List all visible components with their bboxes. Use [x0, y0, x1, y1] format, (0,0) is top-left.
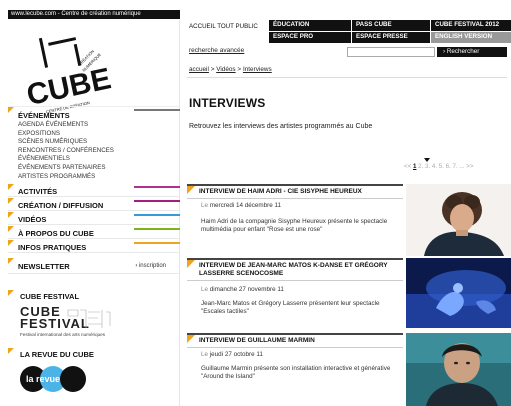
interview-date: Le dimanche 27 novembre 11 — [201, 286, 284, 293]
page-intro: Retrouvez les interviews des artistes pr… — [189, 123, 373, 130]
cube-logo[interactable]: CUBE CRÉATION NUMÉRIQUE CENTRE DE CRÉATI… — [22, 36, 112, 116]
sidebar-item-evenementiels[interactable]: ÉVÉNEMENTIELS — [8, 155, 180, 164]
interview-card[interactable]: INTERVIEW DE JEAN-MARC MATOS K-DANSE ET … — [187, 258, 511, 328]
accent-corner — [8, 348, 14, 354]
left-sidebar: CUBE CRÉATION NUMÉRIQUE CENTRE DE CRÉATI… — [8, 20, 180, 406]
accent-corner — [8, 240, 14, 246]
accent-corner — [187, 335, 195, 343]
nav-color-line — [134, 242, 180, 244]
breadcrumb-current[interactable]: Interviews — [243, 66, 272, 73]
revue-logo: la revue — [20, 366, 88, 392]
interview-date: Le mercredi 14 décembre 11 — [201, 202, 282, 209]
sidebar-item-agenda[interactable]: AGENDA ÉVÉNEMENTS — [8, 121, 180, 130]
newsletter-row: NEWSLETTER › inscription — [8, 258, 180, 274]
nav-color-line — [134, 200, 180, 202]
site-top-strip: www.lecube.com - Centre de création numé… — [0, 0, 511, 22]
accent-corner — [8, 290, 14, 296]
search-button[interactable]: › Rechercher — [437, 47, 507, 57]
interview-title[interactable]: INTERVIEW DE HAIM ADRI - CIE SISYPHE HEU… — [187, 184, 403, 199]
breadcrumb-videos[interactable]: Vidéos — [216, 66, 235, 73]
interview-title[interactable]: INTERVIEW DE JEAN-MARC MATOS K-DANSE ET … — [187, 258, 403, 281]
interview-photo[interactable] — [406, 184, 511, 256]
interview-photo[interactable] — [406, 333, 511, 406]
breadcrumb: accueil > Vidéos > Interviews — [189, 66, 272, 73]
nav-color-line — [134, 228, 180, 230]
breadcrumb-sep: > — [237, 66, 242, 73]
accent-corner — [8, 198, 14, 204]
cube-festival-title: CUBE FESTIVAL — [20, 292, 80, 301]
nav-color-line — [134, 214, 180, 216]
nav-a-propos-label: À PROPOS DU CUBE — [18, 229, 94, 238]
interview-date: Le jeudi 27 octobre 11 — [201, 351, 263, 358]
nav-videos-label: VIDÉOS — [18, 215, 47, 224]
breadcrumb-divider — [187, 77, 507, 78]
accent-corner — [8, 184, 14, 190]
sidebar-item-rencontres[interactable]: RENCONTRES / CONFÉRENCES — [8, 147, 180, 156]
festival-caption: Festival international des arts numériqu… — [20, 332, 106, 337]
nav-creation-diffusion[interactable]: CRÉATION / DIFFUSION — [8, 198, 180, 211]
nav-activites[interactable]: ACTIVITÉS — [8, 184, 180, 197]
nav-espace-pro[interactable]: ESPACE PRO — [269, 32, 351, 43]
interview-description: Guillaume Marmin présente son installati… — [201, 365, 391, 380]
accent-corner — [187, 186, 195, 194]
nav-creation-label: CRÉATION / DIFFUSION — [18, 201, 104, 210]
interview-description: Jean-Marc Matos et Grégory Lasserre prés… — [201, 300, 380, 315]
breadcrumb-home[interactable]: accueil — [189, 66, 209, 73]
interview-title[interactable]: INTERVIEW DE GUILLAUME MARMIN — [187, 333, 403, 348]
nav-accueil[interactable]: ACCUEIL TOUT PUBLIC — [185, 20, 269, 42]
nav-videos[interactable]: VIDÉOS — [8, 212, 180, 225]
nav-activites-label: ACTIVITÉS — [18, 187, 58, 196]
interview-card[interactable]: INTERVIEW DE HAIM ADRI - CIE SISYPHE HEU… — [187, 184, 511, 256]
pager-pages[interactable]: 2. 3. 4. 5. 6. 7. ... >> — [418, 163, 473, 170]
evenements-title[interactable]: ÉVÉNEMENTS — [18, 111, 70, 120]
interview-description: Haim Adri de la compagnie Sisyphe Heureu… — [201, 218, 388, 233]
nav-infos-pratiques[interactable]: INFOS PRATIQUES — [8, 240, 180, 253]
search-row: recherche avancée › Rechercher — [185, 47, 511, 59]
sidebar-item-scenes[interactable]: SCÈNES NUMÉRIQUES — [8, 138, 180, 147]
nav-color-line — [134, 186, 180, 188]
cube-festival-block[interactable]: CUBE FESTIVAL CUBE FESTIVAL Festival int… — [8, 290, 180, 342]
revue-title: LA REVUE DU CUBE — [20, 350, 94, 359]
sidebar-item-artistes[interactable]: ARTISTES PROGRAMMÉS — [8, 173, 180, 182]
breadcrumb-sep: > — [210, 66, 215, 73]
interview-photo[interactable] — [406, 258, 511, 328]
nav-pass-cube[interactable]: PASS CUBE — [352, 20, 430, 31]
accent-corner — [8, 258, 14, 264]
evenements-section: ÉVÉNEMENTS AGENDA ÉVÉNEMENTS EXPOSITIONS… — [8, 106, 180, 181]
sidebar-item-expositions[interactable]: EXPOSITIONS — [8, 130, 180, 139]
festival-pattern-icon — [67, 309, 111, 328]
page-title: INTERVIEWS — [189, 96, 266, 110]
nav-education[interactable]: ÉDUCATION — [269, 20, 351, 31]
section-line — [134, 109, 180, 111]
accent-corner — [8, 107, 14, 113]
pager-marker-icon — [424, 158, 430, 162]
pager-prev[interactable]: << — [404, 163, 411, 170]
advanced-search-link[interactable]: recherche avancée — [189, 47, 244, 54]
site-url-bar: www.lecube.com - Centre de création numé… — [8, 10, 180, 19]
nav-espace-presse[interactable]: ESPACE PRESSE — [352, 32, 430, 43]
nav-english-version[interactable]: ENGLISH VERSION — [431, 32, 511, 43]
accent-corner — [8, 212, 14, 218]
revue-logo-text: la revue — [26, 374, 61, 384]
sidebar-item-partenaires[interactable]: ÉVÉNEMENTS PARTENAIRES — [8, 164, 180, 173]
accent-corner — [187, 260, 195, 268]
revue-block[interactable]: LA REVUE DU CUBE la revue — [8, 348, 180, 406]
nav-a-propos[interactable]: À PROPOS DU CUBE — [8, 226, 180, 239]
pager-current[interactable]: 1 — [413, 163, 416, 170]
nav-cube-festival[interactable]: CUBE FESTIVAL 2012 — [431, 20, 511, 31]
interview-card[interactable]: INTERVIEW DE GUILLAUME MARMIN Le jeudi 2… — [187, 333, 511, 406]
pagination: << 1 2. 3. 4. 5. 6. 7. ... >> — [404, 163, 474, 170]
nav-infos-label: INFOS PRATIQUES — [18, 243, 87, 252]
top-navigation: ACCUEIL TOUT PUBLIC ÉDUCATION PASS CUBE … — [185, 20, 511, 44]
accent-corner — [8, 226, 14, 232]
search-input[interactable] — [347, 47, 435, 57]
newsletter-label: NEWSLETTER — [18, 262, 70, 271]
newsletter-inscription-link[interactable]: › inscription — [135, 263, 166, 269]
